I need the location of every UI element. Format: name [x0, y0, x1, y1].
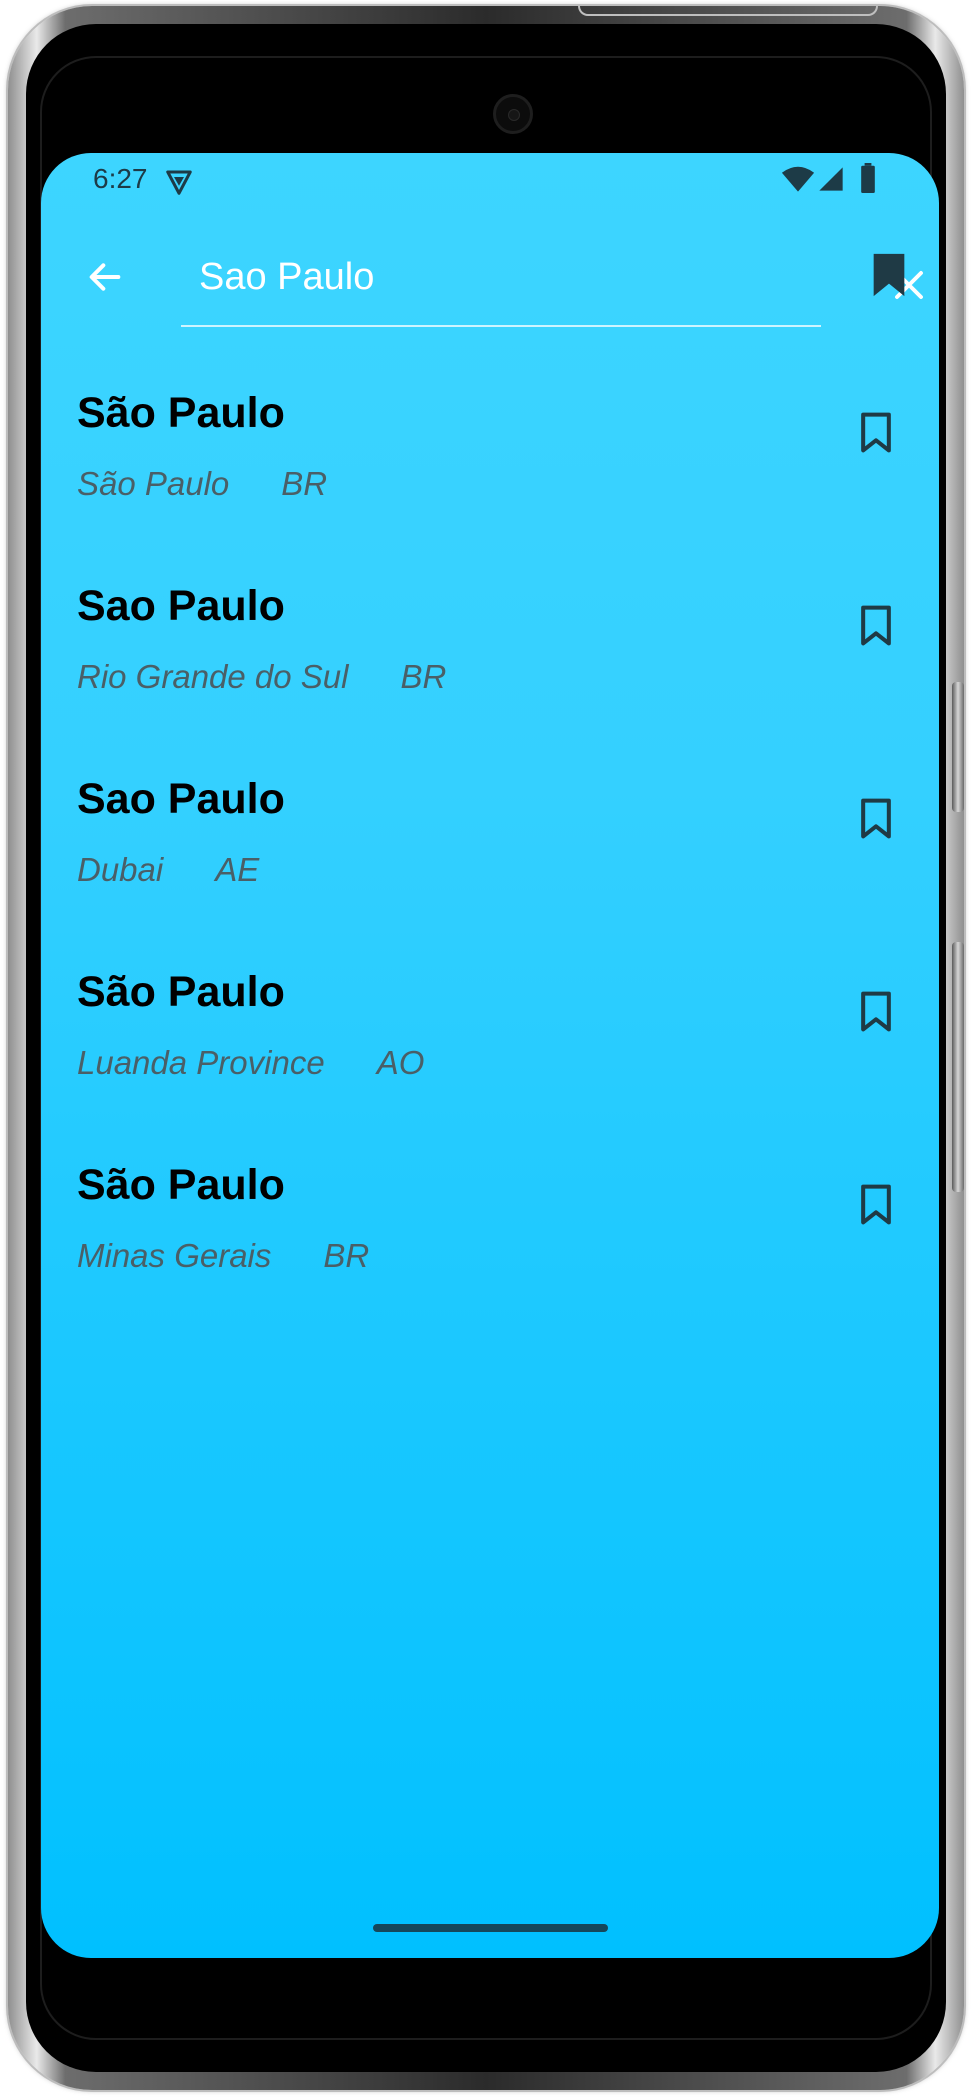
region-name: Dubai: [77, 851, 164, 888]
search-field: [181, 233, 923, 327]
bookmark-outline-icon: [861, 605, 891, 646]
location-details: São Paulo BR: [77, 465, 327, 503]
country-code: AE: [215, 851, 260, 888]
country-code: BR: [400, 658, 447, 695]
bookmark-button[interactable]: [848, 1173, 904, 1237]
bookmark-button[interactable]: [848, 787, 904, 851]
bookmark-button[interactable]: [848, 980, 904, 1044]
region-name: Luanda Province: [77, 1044, 325, 1081]
app-screen: 6:27 Sao Paulo São Paulo São Paulo BR Sa…: [41, 153, 939, 1958]
phone-frame: 6:27 Sao Paulo São Paulo São Paulo BR Sa…: [8, 6, 964, 2090]
back-button[interactable]: [77, 249, 133, 305]
saved-locations-button[interactable]: [861, 247, 917, 303]
vpn-shield-icon: [166, 170, 192, 195]
list-item[interactable]: São Paulo Minas Gerais BR: [41, 1145, 939, 1338]
bookmark-outline-icon: [861, 1184, 891, 1225]
bookmark-outline-icon: [861, 798, 891, 839]
power-button: [952, 942, 964, 1192]
location-details: Luanda Province AO: [77, 1044, 424, 1082]
city-name: Sao Paulo: [77, 582, 285, 630]
bookmark-button[interactable]: [848, 401, 904, 465]
status-time: 6:27: [93, 163, 148, 194]
battery-icon: [861, 163, 875, 193]
region-name: Minas Gerais: [77, 1237, 272, 1274]
country-code: BR: [323, 1237, 370, 1274]
status-bar: 6:27: [41, 153, 939, 213]
region-name: Rio Grande do Sul: [77, 658, 349, 695]
cell-signal-icon: [819, 167, 843, 191]
city-name: Sao Paulo: [77, 775, 285, 823]
bookmark-outline-icon: [861, 991, 891, 1032]
region-name: São Paulo: [77, 465, 230, 502]
city-name: São Paulo: [77, 1161, 285, 1209]
list-item[interactable]: Sao Paulo Rio Grande do Sul BR: [41, 566, 939, 759]
location-details: Dubai AE: [77, 851, 259, 889]
city-name: São Paulo: [77, 968, 285, 1016]
wifi-icon: [781, 166, 815, 192]
city-name: São Paulo: [77, 389, 285, 437]
search-input[interactable]: [199, 247, 719, 307]
location-details: Rio Grande do Sul BR: [77, 658, 446, 696]
front-camera: [493, 94, 533, 134]
country-code: BR: [281, 465, 328, 502]
search-results-list: São Paulo São Paulo BR Sao Paulo Rio Gran…: [41, 373, 939, 1338]
bookmark-filled-icon: [873, 253, 905, 297]
country-code: AO: [376, 1044, 425, 1081]
bookmark-outline-icon: [861, 412, 891, 453]
volume-button: [952, 682, 964, 812]
frame-top-edge: [578, 6, 878, 16]
location-details: Minas Gerais BR: [77, 1237, 369, 1275]
search-toolbar: [41, 223, 939, 353]
arrow-left-icon: [89, 263, 121, 291]
list-item[interactable]: São Paulo São Paulo BR: [41, 373, 939, 566]
list-item[interactable]: Sao Paulo Dubai AE: [41, 759, 939, 952]
list-item[interactable]: São Paulo Luanda Province AO: [41, 952, 939, 1145]
gesture-nav-handle[interactable]: [373, 1924, 608, 1932]
bookmark-button[interactable]: [848, 594, 904, 658]
